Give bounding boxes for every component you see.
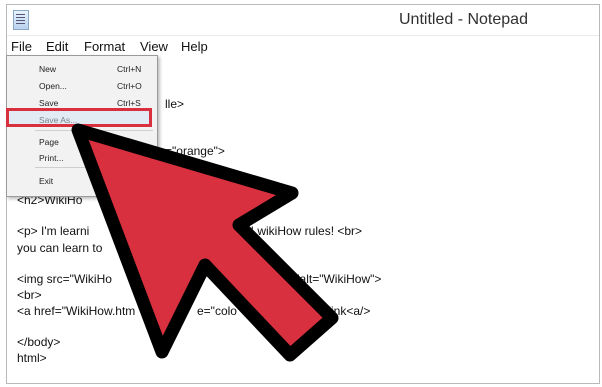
menu-item-print[interactable]: Print...: [7, 150, 157, 167]
menu-divider: [35, 130, 153, 131]
menu-item-open[interactable]: Open... Ctrl+O: [7, 78, 157, 95]
menu-view[interactable]: View: [140, 39, 168, 54]
save-as-highlight-box: [6, 108, 152, 127]
menu-divider: [35, 167, 153, 168]
editor-line: ="orange">: [165, 144, 225, 158]
menu-file[interactable]: File: [11, 39, 32, 54]
menu-edit[interactable]: Edit: [46, 39, 68, 54]
menu-item-shortcut: Ctrl+N: [117, 64, 142, 74]
menu-item-label: New: [39, 64, 57, 74]
editor-line: lle>: [165, 97, 185, 111]
menu-format[interactable]: Format: [84, 39, 125, 54]
menu-item-label: Page: [39, 137, 59, 147]
menu-item-shortcut: Ctrl+S: [117, 98, 141, 108]
editor-line: you can learn to: [17, 241, 103, 255]
menu-item-label: Exit: [39, 176, 54, 186]
editor-line: "200"alt="WikiHow">: [271, 272, 382, 286]
editor-line: e! wikiHow rules! <br>: [244, 224, 363, 238]
menu-help[interactable]: Help: [181, 39, 208, 54]
editor-line: <img src="WikiHo: [17, 272, 112, 286]
editor-line: <br>: [17, 288, 42, 302]
editor-line: html>: [17, 351, 47, 365]
menu-item-new[interactable]: New Ctrl+N: [7, 61, 157, 78]
menu-item-exit[interactable]: Exit: [7, 173, 157, 190]
menu-item-label: Save: [39, 98, 59, 108]
editor-line: e="colo: [197, 304, 237, 318]
menu-item-label: Print...: [39, 153, 64, 163]
title-bar: Untitled - Notepad: [7, 5, 599, 36]
editor-line: </body>: [17, 335, 61, 349]
menu-item-label: Open...: [39, 81, 67, 91]
menu-item-page-setup[interactable]: Page: [7, 134, 157, 151]
editor-line: k the link<a/>: [299, 304, 371, 318]
window-title: Untitled - Notepad: [399, 11, 528, 28]
menu-item-shortcut: Ctrl+O: [117, 81, 142, 91]
editor-line: <a href="WikiHow.htm: [17, 304, 136, 318]
notepad-icon[interactable]: [13, 10, 29, 30]
editor-line: <p> I'm learni: [17, 224, 90, 238]
